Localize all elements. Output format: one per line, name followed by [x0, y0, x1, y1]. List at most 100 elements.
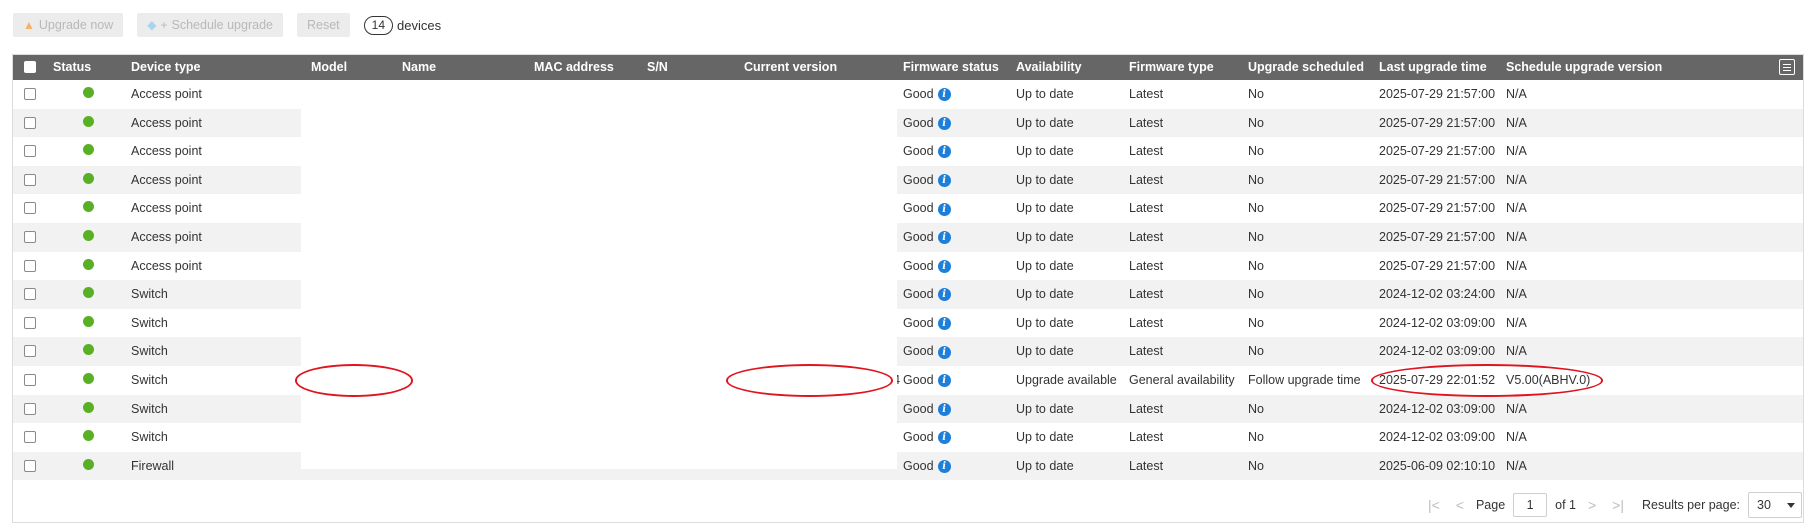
next-page-icon[interactable]: > [1584, 497, 1600, 513]
select-all-checkbox[interactable] [24, 61, 36, 73]
upgrade-scheduled-cell: Follow upgrade time [1248, 366, 1361, 395]
page-input[interactable]: 1 [1513, 493, 1548, 517]
table-row[interactable]: Access point Good i Up to date Latest No 2025-… [13, 108, 1803, 138]
info-icon[interactable]: i [937, 145, 951, 159]
col-name[interactable]: Name [402, 55, 436, 80]
row-checkbox[interactable] [24, 402, 36, 415]
info-icon[interactable]: i [937, 402, 951, 416]
table-row[interactable]: Switch Good i Up to date Latest No 2024-12-02 … [13, 280, 1803, 309]
col-availability[interactable]: Availability [1016, 55, 1082, 80]
results-per-page-select[interactable]: 30 [1748, 492, 1802, 518]
row-checkbox[interactable] [24, 316, 36, 329]
info-icon[interactable]: i [937, 116, 951, 130]
row-checkbox[interactable] [24, 345, 36, 358]
availability-cell: Up to date [1016, 109, 1074, 138]
upgrade-now-label: Upgrade now [38, 18, 114, 32]
schedule-upgrade-version-cell: N/A [1506, 166, 1527, 195]
col-status[interactable]: Status [53, 55, 91, 80]
firmware-type-cell: Latest [1129, 137, 1163, 166]
device-type-cell-text: Access point [131, 201, 202, 216]
availability-cell: Up to date [1016, 137, 1074, 166]
availability-cell: Up to date [1016, 80, 1074, 109]
schedule-upgrade-version-cell-text: N/A [1506, 172, 1527, 187]
info-icon[interactable]: i [937, 88, 951, 102]
info-icon[interactable]: i [937, 259, 951, 273]
table-row[interactable]: SwitchXGS1930-52HPV4.70(ABHV.9) | 11/04/… [13, 366, 1803, 395]
first-page-icon[interactable]: |< [1424, 497, 1444, 513]
table-row[interactable]: Access point Good i Up to date Latest No 2025-… [13, 223, 1803, 252]
row-checkbox[interactable] [24, 116, 36, 129]
col-firmware-status[interactable]: Firmware status [903, 55, 999, 80]
firmware-type-cell-text: Latest [1129, 201, 1164, 216]
row-checkbox[interactable] [24, 231, 36, 243]
info-icon[interactable]: i [937, 431, 951, 445]
row-checkbox[interactable] [24, 202, 36, 215]
results-per-page-label: Results per page: [1642, 498, 1740, 512]
column-settings-icon[interactable] [1779, 59, 1795, 75]
prev-page-icon[interactable]: < [1452, 497, 1468, 513]
col-model[interactable]: Model [311, 55, 347, 80]
table-row[interactable]: Firewall Good i Up to date Latest No 2025-06-0… [13, 451, 1803, 481]
availability-cell: Up to date [1016, 223, 1074, 252]
schedule-upgrade-version-cell-text: N/A [1506, 458, 1527, 473]
status-online-icon [83, 144, 94, 156]
col-sn[interactable]: S/N [647, 55, 668, 80]
info-icon[interactable]: i [937, 202, 951, 216]
row-checkbox[interactable] [24, 374, 36, 386]
row-checkbox[interactable] [24, 145, 36, 158]
last-page-icon[interactable]: >| [1608, 497, 1628, 513]
upgrade-now-button[interactable]: ▲ Upgrade now [13, 13, 124, 37]
row-checkbox[interactable] [24, 431, 36, 444]
device-type-cell: Access point [131, 137, 202, 166]
col-upgrade-scheduled[interactable]: Upgrade scheduled [1248, 55, 1364, 80]
schedule-upgrade-version-cell: N/A [1506, 80, 1527, 109]
reset-button[interactable]: Reset [296, 13, 350, 37]
row-checkbox[interactable] [24, 459, 36, 472]
firmware-status-cell-text: Good [903, 87, 934, 101]
info-icon[interactable]: i [937, 460, 951, 473]
row-checkbox[interactable] [24, 88, 36, 100]
last-upgrade-time-cell: 2025-06-09 02:10:10 [1379, 452, 1495, 481]
table-row[interactable]: Access point Good i Up to date Latest No 2025-… [13, 137, 1803, 166]
row-checkbox[interactable] [24, 173, 36, 186]
status-online-icon [83, 201, 94, 213]
table-row[interactable]: Access point Good i Up to date Latest No 2025-… [13, 165, 1803, 195]
row-checkbox[interactable] [24, 288, 36, 301]
device-type-cell: Access point [131, 80, 202, 109]
info-icon[interactable]: i [937, 231, 951, 245]
firmware-type-cell-text: Latest [1129, 144, 1164, 159]
table-row[interactable]: Switch Good i Up to date Latest No 2024-12-02 … [13, 337, 1803, 366]
last-upgrade-time-cell-text: 2025-07-29 21:57:00 [1379, 172, 1496, 187]
availability-cell-text: Up to date [1016, 344, 1074, 359]
schedule-upgrade-version-cell: N/A [1506, 252, 1527, 281]
firmware-type-cell: Latest [1129, 166, 1163, 195]
table-row[interactable]: Switch Good i Up to date Latest No 2024-12-02 … [13, 423, 1803, 452]
device-type-cell-text: Switch [131, 315, 168, 330]
last-upgrade-time-cell: 2025-07-29 21:57:00 [1379, 137, 1495, 166]
status-online-icon [83, 287, 94, 299]
col-schedule-upgrade-version[interactable]: Schedule upgrade version [1506, 55, 1662, 80]
schedule-upgrade-version-cell-text: N/A [1506, 401, 1527, 416]
col-device-type[interactable]: Device type [131, 55, 200, 80]
availability-cell: Up to date [1016, 252, 1074, 281]
info-icon[interactable]: i [937, 374, 951, 388]
last-upgrade-time-cell: 2024-12-02 03:09:00 [1379, 423, 1495, 452]
col-last-upgrade-time[interactable]: Last upgrade time [1379, 55, 1487, 80]
info-icon[interactable]: i [937, 345, 951, 359]
row-checkbox[interactable] [24, 259, 36, 272]
col-firmware-type[interactable]: Firmware type [1129, 55, 1214, 80]
table-row[interactable]: Access point Good i Up to date Latest No 2025-… [13, 252, 1803, 281]
col-mac-address[interactable]: MAC address [534, 55, 614, 80]
info-icon[interactable]: i [937, 174, 951, 187]
firmware-type-cell-text: Latest [1129, 87, 1164, 101]
schedule-upgrade-button[interactable]: ◆ + Schedule upgrade [137, 13, 283, 37]
firmware-type-cell-text: Latest [1129, 258, 1164, 273]
table-row[interactable]: Access point Good i Up to date Latest No 2025-… [13, 194, 1803, 223]
info-icon[interactable]: i [937, 288, 951, 302]
info-icon[interactable]: i [937, 317, 951, 330]
table-row[interactable]: Access point Good i Up to date Latest No 2025-… [13, 80, 1803, 109]
col-current-version[interactable]: Current version [744, 55, 837, 80]
table-row[interactable]: Switch Good i Up to date Latest No 2024-12-02 … [13, 309, 1803, 338]
device-type-cell: Access point [131, 252, 202, 281]
table-row[interactable]: Switch Good i Up to date Latest No 2024-12-02 … [13, 394, 1803, 424]
